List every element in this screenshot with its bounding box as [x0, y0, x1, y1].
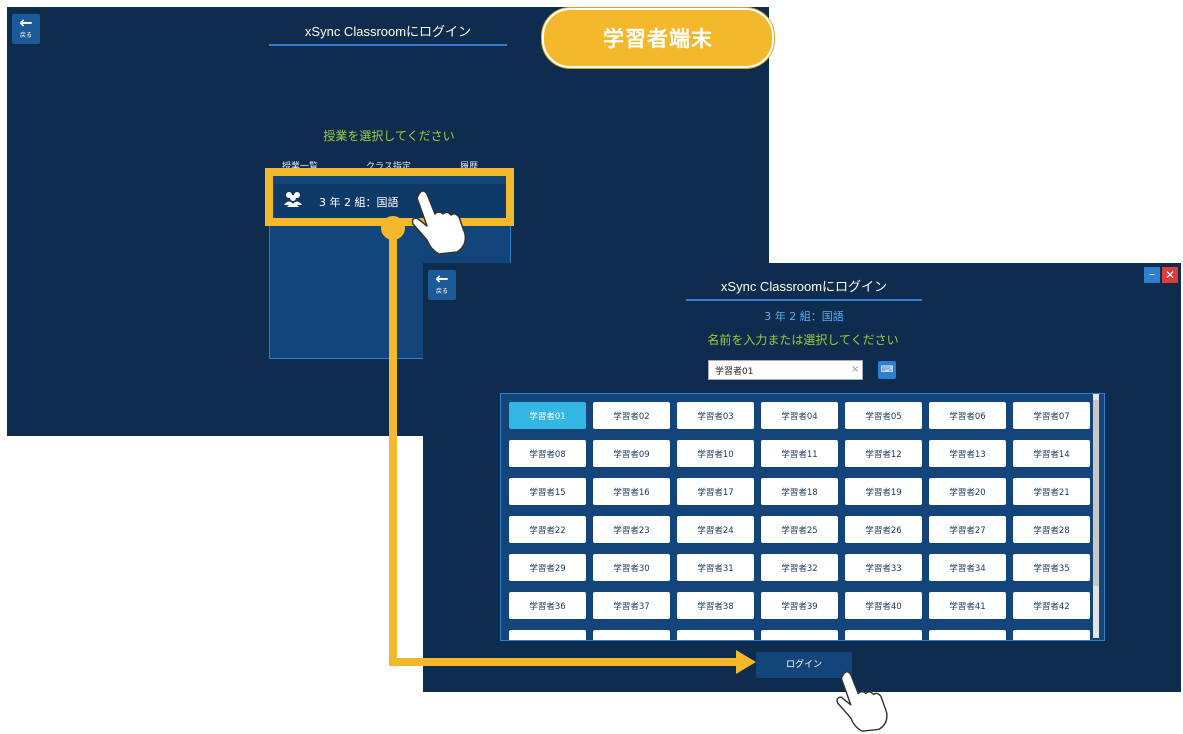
- student-button[interactable]: 学習者08: [509, 440, 586, 467]
- student-button[interactable]: 学習者03: [677, 402, 754, 429]
- learner-terminal-badge: 学習者端末: [542, 8, 774, 68]
- student-button[interactable]: 学習者14: [1013, 440, 1090, 467]
- connector-arrow-icon: [736, 650, 756, 674]
- student-button[interactable]: 学習者28: [1013, 516, 1090, 543]
- back-button[interactable]: ← 戻る: [12, 14, 40, 44]
- student-button[interactable]: 学習者32: [761, 554, 838, 581]
- minimize-button[interactable]: –: [1144, 267, 1160, 283]
- student-button-partial[interactable]: [845, 630, 922, 640]
- student-button[interactable]: 学習者30: [593, 554, 670, 581]
- student-button[interactable]: 学習者16: [593, 478, 670, 505]
- window-title: xSync Classroomにログイン: [720, 279, 888, 294]
- keyboard-button[interactable]: ⌨: [878, 361, 896, 379]
- keyboard-icon: ⌨: [880, 365, 894, 375]
- student-button[interactable]: 学習者13: [929, 440, 1006, 467]
- student-button[interactable]: 学習者24: [677, 516, 754, 543]
- student-button[interactable]: 学習者26: [845, 516, 922, 543]
- student-button[interactable]: 学習者37: [593, 592, 670, 619]
- student-button[interactable]: 学習者02: [593, 402, 670, 429]
- student-button[interactable]: 学習者39: [761, 592, 838, 619]
- window-title: xSync Classroomにログイン: [304, 24, 472, 39]
- close-button[interactable]: ✕: [1162, 267, 1178, 283]
- student-button[interactable]: 学習者04: [761, 402, 838, 429]
- student-button[interactable]: 学習者34: [929, 554, 1006, 581]
- student-button-partial[interactable]: [1013, 630, 1090, 640]
- student-button[interactable]: 学習者38: [677, 592, 754, 619]
- student-button[interactable]: 学習者06: [929, 402, 1006, 429]
- student-button[interactable]: 学習者10: [677, 440, 754, 467]
- student-button[interactable]: 学習者22: [509, 516, 586, 543]
- scrollbar-thumb[interactable]: [1093, 400, 1099, 586]
- student-button[interactable]: 学習者15: [509, 478, 586, 505]
- student-button[interactable]: 学習者25: [761, 516, 838, 543]
- student-login-window: ← 戻る xSync Classroomにログイン – ✕ 3 年 2 組：国語…: [423, 263, 1181, 692]
- connector-line-vertical: [389, 226, 397, 666]
- student-button[interactable]: 学習者31: [677, 554, 754, 581]
- connector-dot: [381, 216, 405, 240]
- title-underline: [686, 299, 922, 301]
- student-button[interactable]: 学習者36: [509, 592, 586, 619]
- student-grid-panel: 学習者01 学習者02 学習者03 学習者04 学習者05 学習者06 学習者07 学習者08…: [500, 393, 1105, 641]
- tap-hand-icon: [836, 671, 888, 732]
- name-prompt: 名前を入力または選択してください: [707, 333, 899, 347]
- student-button-partial[interactable]: [593, 630, 670, 640]
- selected-class-name: 3 年 2 組：国語: [764, 310, 844, 323]
- student-button-partial[interactable]: [761, 630, 838, 640]
- title-underline: [269, 44, 507, 46]
- student-button[interactable]: 学習者17: [677, 478, 754, 505]
- scrollbar[interactable]: [1093, 394, 1099, 638]
- student-button[interactable]: 学習者11: [761, 440, 838, 467]
- student-button[interactable]: 学習者07: [1013, 402, 1090, 429]
- tap-hand-icon: [411, 190, 467, 255]
- connector-line-horizontal: [389, 658, 739, 666]
- student-button[interactable]: 学習者18: [761, 478, 838, 505]
- student-button[interactable]: 学習者21: [1013, 478, 1090, 505]
- student-button[interactable]: 学習者12: [845, 440, 922, 467]
- student-button[interactable]: 学習者27: [929, 516, 1006, 543]
- class-select-prompt: 授業を選択してください: [323, 129, 455, 143]
- student-button[interactable]: 学習者29: [509, 554, 586, 581]
- back-button[interactable]: ← 戻る: [428, 270, 456, 300]
- student-button[interactable]: 学習者05: [845, 402, 922, 429]
- name-input[interactable]: [708, 360, 863, 380]
- student-button[interactable]: 学習者19: [845, 478, 922, 505]
- student-button[interactable]: 学習者35: [1013, 554, 1090, 581]
- student-button[interactable]: 学習者09: [593, 440, 670, 467]
- arrow-left-icon: ←: [435, 269, 449, 288]
- student-button[interactable]: 学習者41: [929, 592, 1006, 619]
- student-button[interactable]: 学習者20: [929, 478, 1006, 505]
- student-button[interactable]: 学習者23: [593, 516, 670, 543]
- student-button[interactable]: 学習者40: [845, 592, 922, 619]
- arrow-left-icon: ←: [19, 13, 33, 32]
- student-button[interactable]: 学習者33: [845, 554, 922, 581]
- clear-icon[interactable]: ×: [851, 364, 859, 375]
- student-button[interactable]: 学習者42: [1013, 592, 1090, 619]
- student-button-partial[interactable]: [509, 630, 586, 640]
- student-grid: 学習者01 学習者02 学習者03 学習者04 学習者05 学習者06 学習者07 学習者08…: [509, 402, 1090, 640]
- student-button-partial[interactable]: [929, 630, 1006, 640]
- student-button-partial[interactable]: [677, 630, 754, 640]
- student-button[interactable]: 学習者01: [509, 402, 586, 429]
